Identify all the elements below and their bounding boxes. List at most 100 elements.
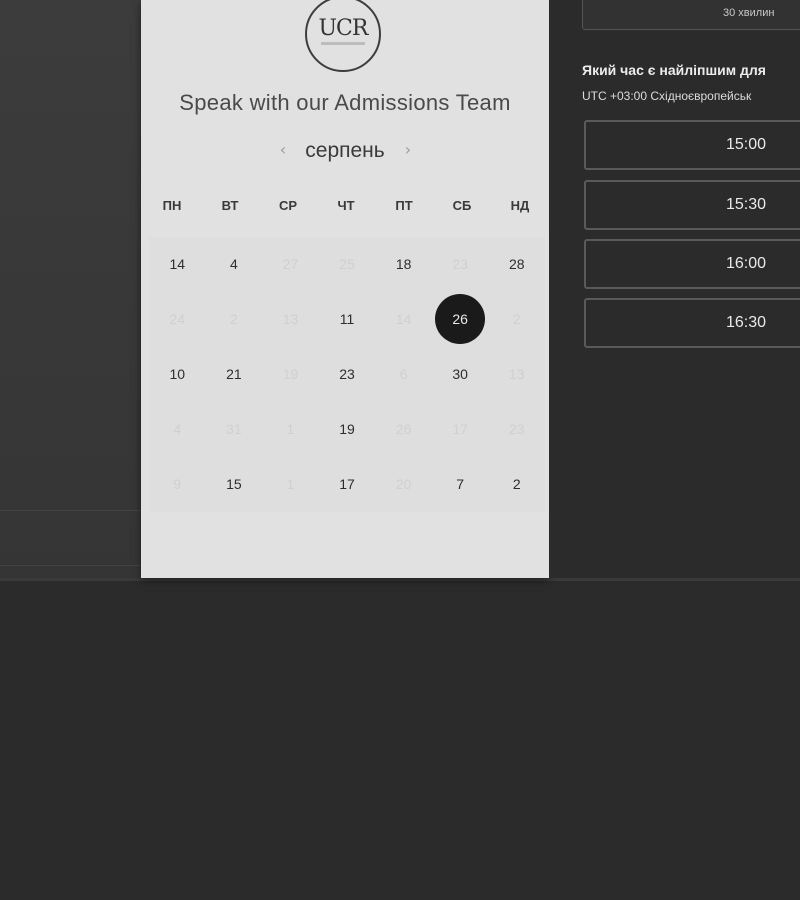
day-number: 6 <box>399 366 408 382</box>
calendar-day: 6 <box>375 347 432 402</box>
calendar-day[interactable]: 2 <box>488 457 545 512</box>
time-slot-label: 16:30 <box>726 314 767 331</box>
bottom-divider <box>0 578 800 581</box>
next-month-icon[interactable]: › <box>398 140 418 159</box>
calendar-day: 1 <box>262 402 319 457</box>
day-number: 14 <box>395 311 412 327</box>
time-slot-button[interactable]: 16:00 <box>584 239 800 289</box>
calendar-day[interactable]: 11 <box>319 292 376 347</box>
calendar-day[interactable]: 30 <box>432 347 489 402</box>
day-number: 1 <box>286 421 295 437</box>
logo-text: UCR <box>318 16 369 41</box>
calendar-week-row: 14 4 27 25 18 23 28 <box>149 237 545 292</box>
calendar-day: 24 <box>149 292 206 347</box>
calendar-day-selected[interactable]: 26 <box>432 292 489 347</box>
day-number: 17 <box>452 421 468 437</box>
day-number: 7 <box>456 476 465 492</box>
calendar-day[interactable]: 19 <box>319 402 376 457</box>
weekday-label: СР <box>278 198 298 213</box>
calendar-week-row: 9 15 1 17 20 7 2 <box>149 457 545 512</box>
time-selection-panel: 30 хвилин Який час є найліпшим для UTC +… <box>549 0 800 578</box>
day-number: 25 <box>339 256 355 272</box>
calendar-day[interactable]: 21 <box>206 347 263 402</box>
calendar-day: 1 <box>262 457 319 512</box>
calendar-week-row: 24 2 13 11 14 26 2 <box>149 292 545 347</box>
weekday-label: НД <box>510 198 530 213</box>
calendar-day[interactable]: 17 <box>319 457 376 512</box>
calendar-day[interactable]: 10 <box>149 347 206 402</box>
day-number: 1 <box>286 476 295 492</box>
page: UCR Speak with our Admissions Team ‹ сер… <box>0 0 800 900</box>
page-title: Speak with our Admissions Team <box>179 90 511 115</box>
day-number: 23 <box>508 421 525 437</box>
day-number: 27 <box>282 256 299 272</box>
calendar-day[interactable]: 28 <box>488 237 545 292</box>
time-slot-button[interactable]: 15:30 <box>584 180 800 230</box>
day-number: 23 <box>339 366 355 382</box>
day-number: 2 <box>512 311 521 327</box>
calendar-day: 2 <box>488 292 545 347</box>
month-navigation: ‹ серпень › <box>141 138 549 166</box>
timezone-selector[interactable]: UTC +03:00 Східноєвропейськ <box>582 89 751 103</box>
calendar-day: 9 <box>149 457 206 512</box>
calendar-day[interactable]: 4 <box>206 237 263 292</box>
calendar-day: 20 <box>375 457 432 512</box>
day-number: 21 <box>226 366 242 382</box>
day-number: 9 <box>173 476 182 492</box>
calendar-day[interactable]: 14 <box>149 237 206 292</box>
logo-underline <box>321 42 365 45</box>
day-number: 23 <box>452 256 468 272</box>
day-number: 18 <box>395 256 412 272</box>
day-number: 26 <box>395 421 412 437</box>
weekday-label: ПН <box>162 198 182 213</box>
day-number: 4 <box>173 421 182 437</box>
calendar-day: 27 <box>262 237 319 292</box>
time-slot-label: 16:00 <box>726 255 767 272</box>
time-slot-button[interactable]: 15:00 <box>584 120 800 170</box>
calendar-card: UCR Speak with our Admissions Team ‹ сер… <box>141 0 549 578</box>
calendar-day: 19 <box>262 347 319 402</box>
day-number: 10 <box>169 366 186 382</box>
calendar-day: 25 <box>319 237 376 292</box>
ucr-logo: UCR <box>305 0 381 72</box>
day-number: 30 <box>452 366 468 382</box>
weekday-header: ПН ВТ СР ЧТ ПТ СБ НД <box>143 198 549 213</box>
divider <box>0 510 141 511</box>
calendar-day: 17 <box>432 402 489 457</box>
day-grid: 14 4 27 25 18 23 28 24 2 13 11 14 26 2 10 21 19 23 6 30 13 4 3… <box>149 237 545 512</box>
day-number: 14 <box>169 256 186 272</box>
day-number: 4 <box>229 256 238 272</box>
calendar-day[interactable]: 15 <box>206 457 263 512</box>
duration-selector[interactable]: 30 хвилин <box>582 0 800 30</box>
calendar-week-row: 10 21 19 23 6 30 13 <box>149 347 545 402</box>
day-number: 31 <box>226 421 242 437</box>
day-number: 15 <box>226 476 242 492</box>
calendar-day: 14 <box>375 292 432 347</box>
time-slot-label: 15:30 <box>726 196 767 213</box>
day-number: 24 <box>169 311 186 327</box>
calendar-day: 4 <box>149 402 206 457</box>
duration-label: 30 хвилин <box>723 7 775 19</box>
weekday-label: ВТ <box>221 198 239 213</box>
weekday-label: ПТ <box>395 198 413 213</box>
day-number: 2 <box>229 311 238 327</box>
calendar-day: 23 <box>432 237 489 292</box>
calendar-day: 13 <box>262 292 319 347</box>
calendar-day[interactable]: 23 <box>319 347 376 402</box>
calendar-day[interactable]: 7 <box>432 457 489 512</box>
prev-month-icon[interactable]: ‹ <box>273 140 293 159</box>
day-number: 19 <box>282 366 299 382</box>
weekday-label: ЧТ <box>337 198 355 213</box>
calendar-day: 31 <box>206 402 263 457</box>
time-slot-button[interactable]: 16:30 <box>584 298 800 348</box>
day-number: 2 <box>512 476 521 492</box>
calendar-day: 13 <box>488 347 545 402</box>
left-background-panel <box>0 0 141 580</box>
day-number: 11 <box>339 311 355 327</box>
calendar-day[interactable]: 18 <box>375 237 432 292</box>
day-number: 28 <box>508 256 525 272</box>
day-number: 17 <box>339 476 355 492</box>
month-label: серпень <box>305 139 385 162</box>
calendar-day: 26 <box>375 402 432 457</box>
calendar-day: 2 <box>206 292 263 347</box>
